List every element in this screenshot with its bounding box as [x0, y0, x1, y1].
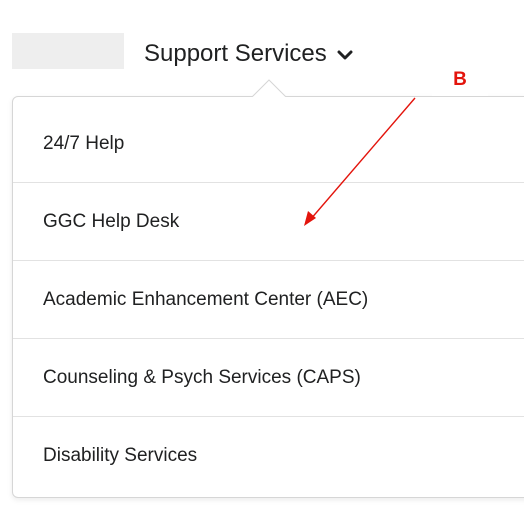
support-services-menu-label: Support Services	[144, 40, 327, 67]
menu-item-ggc-help-desk[interactable]: GGC Help Desk	[13, 183, 524, 261]
annotation-label: B	[432, 64, 488, 96]
menu-item-counseling-psych-services[interactable]: Counseling & Psych Services (CAPS)	[13, 339, 524, 417]
menu-item-academic-enhancement-center[interactable]: Academic Enhancement Center (AEC)	[13, 261, 524, 339]
dropdown-pointer	[252, 79, 286, 97]
page-stage: Support Services 24/7 Help GGC Help Desk…	[0, 0, 524, 506]
menu-item-disability-services[interactable]: Disability Services	[13, 417, 524, 495]
support-services-menu-button[interactable]: Support Services	[144, 34, 353, 74]
chevron-down-icon	[337, 50, 353, 61]
nav-tab-placeholder[interactable]	[12, 33, 124, 69]
support-services-dropdown: 24/7 Help GGC Help Desk Academic Enhance…	[12, 96, 524, 498]
dropdown-menu-list: 24/7 Help GGC Help Desk Academic Enhance…	[13, 105, 524, 495]
menu-item-24-7-help[interactable]: 24/7 Help	[13, 105, 524, 183]
